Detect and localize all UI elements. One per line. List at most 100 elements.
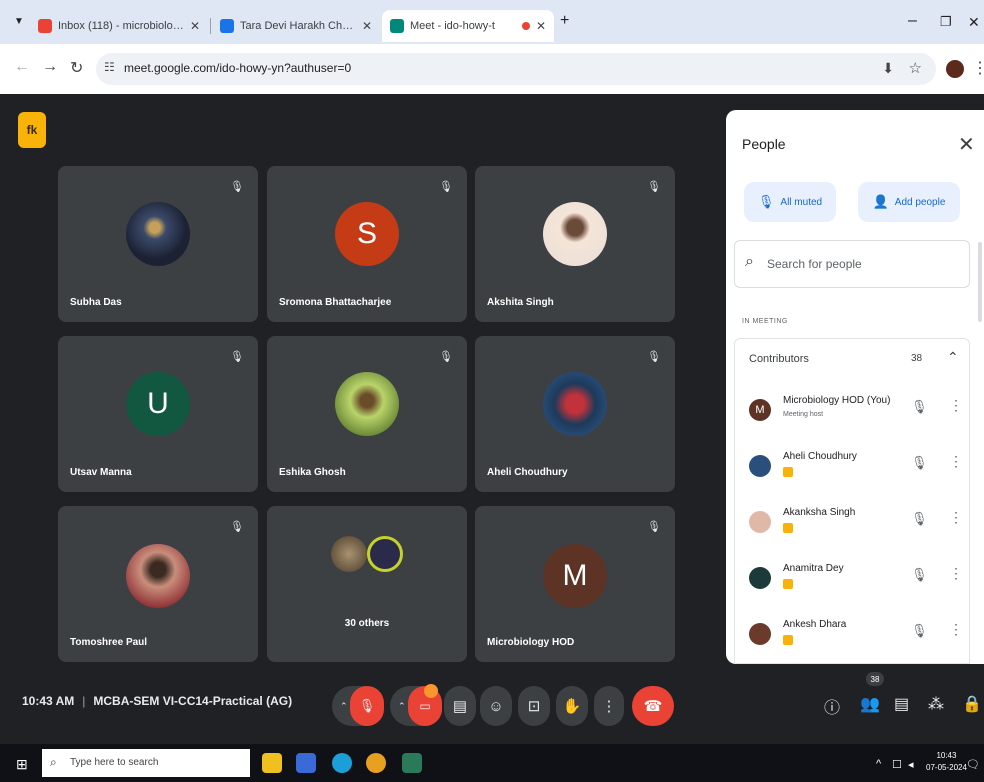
participant-photo [335,372,399,436]
mic-off-icon: 🎙︎ [439,351,453,363]
mic-off-icon: 🎙︎ [230,181,244,193]
participant-row[interactable]: Anamitra Dey 🎙︎ ⋮ [735,555,971,611]
edge-icon[interactable] [332,753,352,773]
word-icon[interactable] [296,753,316,773]
mic-off-icon[interactable]: 🎙︎ [350,686,384,726]
participant-name: Subha Das [70,297,122,308]
volume-icon[interactable]: ◂ [908,758,914,771]
chat-icon[interactable]: ▤ [894,694,909,714]
mic-off-icon[interactable]: 🎙︎ [911,455,928,471]
windows-start-icon[interactable]: ⊞ [16,756,28,773]
bookmark-star-icon[interactable]: ☆ [909,59,922,77]
mic-off-icon[interactable]: 🎙︎ [911,567,928,583]
app-icon[interactable] [402,753,422,773]
participant-name: Tomoshree Paul [70,637,148,648]
badge-text: fk [26,123,38,137]
leave-call-button[interactable]: ☎ [632,686,674,726]
address-bar[interactable]: ☷ meet.google.com/ido-howy-yn?authuser=0… [96,53,936,85]
tab-meet[interactable]: Meet - ido-howy-t ✕ [382,10,554,42]
reactions-button[interactable]: ☺ [480,686,512,726]
tab-college[interactable]: Tara Devi Harakh Chand Kankaria ✕ [212,10,380,42]
participant-tile[interactable]: 🎙︎ Eshika Ghosh [267,336,467,492]
captions-button[interactable]: ▤ [444,686,476,726]
more-options-icon[interactable]: ⋮ [949,621,963,638]
search-placeholder: Search for people [767,257,862,271]
close-icon[interactable]: ✕ [190,19,200,33]
chevron-up-icon[interactable]: ⌃ [340,701,348,712]
close-icon[interactable]: ✕ [958,132,975,157]
more-options-icon[interactable]: ⋮ [949,509,963,526]
location-icon[interactable]: ⬇ [882,60,894,77]
participant-tile[interactable]: 🎙︎ Akshita Singh [475,166,675,322]
browser-menu-icon[interactable]: ⋮ [972,58,984,78]
participant-tile[interactable]: 🎙︎ Tomoshree Paul [58,506,258,662]
mic-options-button[interactable]: ⌃ 🎙︎ [332,686,384,726]
mic-off-icon: 🎙︎ [647,351,661,363]
file-explorer-icon[interactable] [262,753,282,773]
participant-row[interactable]: Aheli Choudhury 🎙︎ ⋮ [735,443,971,499]
more-options-icon[interactable]: ⋮ [949,453,963,470]
raise-hand-button[interactable]: ✋ [556,686,588,726]
new-tab-icon[interactable]: + [560,12,569,30]
all-muted-button[interactable]: 🎙︎ All muted [744,182,836,222]
taskbar-search-input[interactable]: ⌕ Type here to search [42,749,250,777]
participant-row[interactable]: Akanksha Singh 🎙︎ ⋮ [735,499,971,555]
more-options-icon[interactable]: ⋮ [949,397,963,414]
panel-scrollbar[interactable] [978,242,982,322]
chevron-up-icon[interactable]: ⌃ [947,349,959,366]
participant-tile[interactable]: 🎙︎ M Microbiology HOD [475,506,675,662]
emoji-icon: ☺ [488,697,504,715]
participant-tile[interactable]: 🎙︎ U Utsav Manna [58,336,258,492]
activities-icon[interactable]: ⁂ [928,694,944,714]
close-window-icon[interactable]: ✕ [968,14,980,31]
participant-row[interactable]: Ankesh Dhara 🎙︎ ⋮ [735,611,971,664]
minimize-icon[interactable]: – [908,12,917,30]
network-icon[interactable]: ☐ [892,758,902,771]
participant-photo [543,372,607,436]
participant-tile[interactable]: 🎙︎ Aheli Choudhury [475,336,675,492]
participant-photo [367,536,403,572]
close-icon[interactable]: ✕ [362,19,372,33]
restore-icon[interactable]: ❐ [940,14,952,30]
chevron-up-icon[interactable]: ⌃ [398,701,406,712]
people-panel: People ✕ 🎙︎ All muted 👤 Add people ⌕ Sea… [726,110,984,664]
participant-name: Akanksha Singh [783,507,856,518]
forward-icon[interactable]: → [42,58,58,76]
tray-chevron-icon[interactable]: ^ [876,758,881,770]
back-icon[interactable]: ← [14,58,30,76]
others-tile[interactable]: 30 others [267,506,467,662]
search-icon: ⌕ [745,253,754,270]
hang-up-icon: ☎ [643,698,663,715]
participant-initial-avatar: M [543,544,607,608]
chrome-icon[interactable] [366,753,386,773]
participant-row[interactable]: M Microbiology HOD (You) Meeting host 🎙︎… [735,387,971,443]
tab-search-icon[interactable]: ▼ [14,16,24,27]
info-icon[interactable]: ⓘ [824,694,840,718]
site-info-icon[interactable]: ☷ [104,60,115,74]
captions-icon: ▤ [452,698,468,715]
notification-icon[interactable]: 🗨 [966,758,980,771]
participant-tile[interactable]: 🎙︎ S Sromona Bhattacharjee [267,166,467,322]
people-icon[interactable]: 👥 [860,694,880,714]
add-person-icon: 👤 [872,194,889,209]
present-button[interactable]: ⊡ [518,686,550,726]
mic-off-icon[interactable]: 🎙︎ [911,399,928,415]
meet-activity-badge[interactable]: fk [18,112,46,148]
close-icon[interactable]: ✕ [536,19,546,33]
participant-tile[interactable]: 🎙︎ Subha Das [58,166,258,322]
add-people-button[interactable]: 👤 Add people [858,182,960,222]
host-controls-icon[interactable]: 🔒 [962,694,982,714]
search-people-input[interactable]: ⌕ Search for people [734,240,970,288]
site-icon [220,19,234,33]
taskbar-clock[interactable]: 10:43 07-05-2024 [926,750,967,774]
reload-icon[interactable]: ↻ [70,58,83,78]
activity-badge-icon [783,523,793,533]
avatar-initial: U [147,387,169,420]
tab-gmail[interactable]: Inbox (118) - microbiology.hod ✕ [30,10,208,42]
tab-title: Tara Devi Harakh Chand Kankaria [240,20,356,32]
more-options-button[interactable]: ⋮ [594,686,624,726]
profile-avatar[interactable] [946,60,964,78]
mic-off-icon[interactable]: 🎙︎ [911,511,928,527]
more-options-icon[interactable]: ⋮ [949,565,963,582]
mic-off-icon[interactable]: 🎙︎ [911,623,928,639]
